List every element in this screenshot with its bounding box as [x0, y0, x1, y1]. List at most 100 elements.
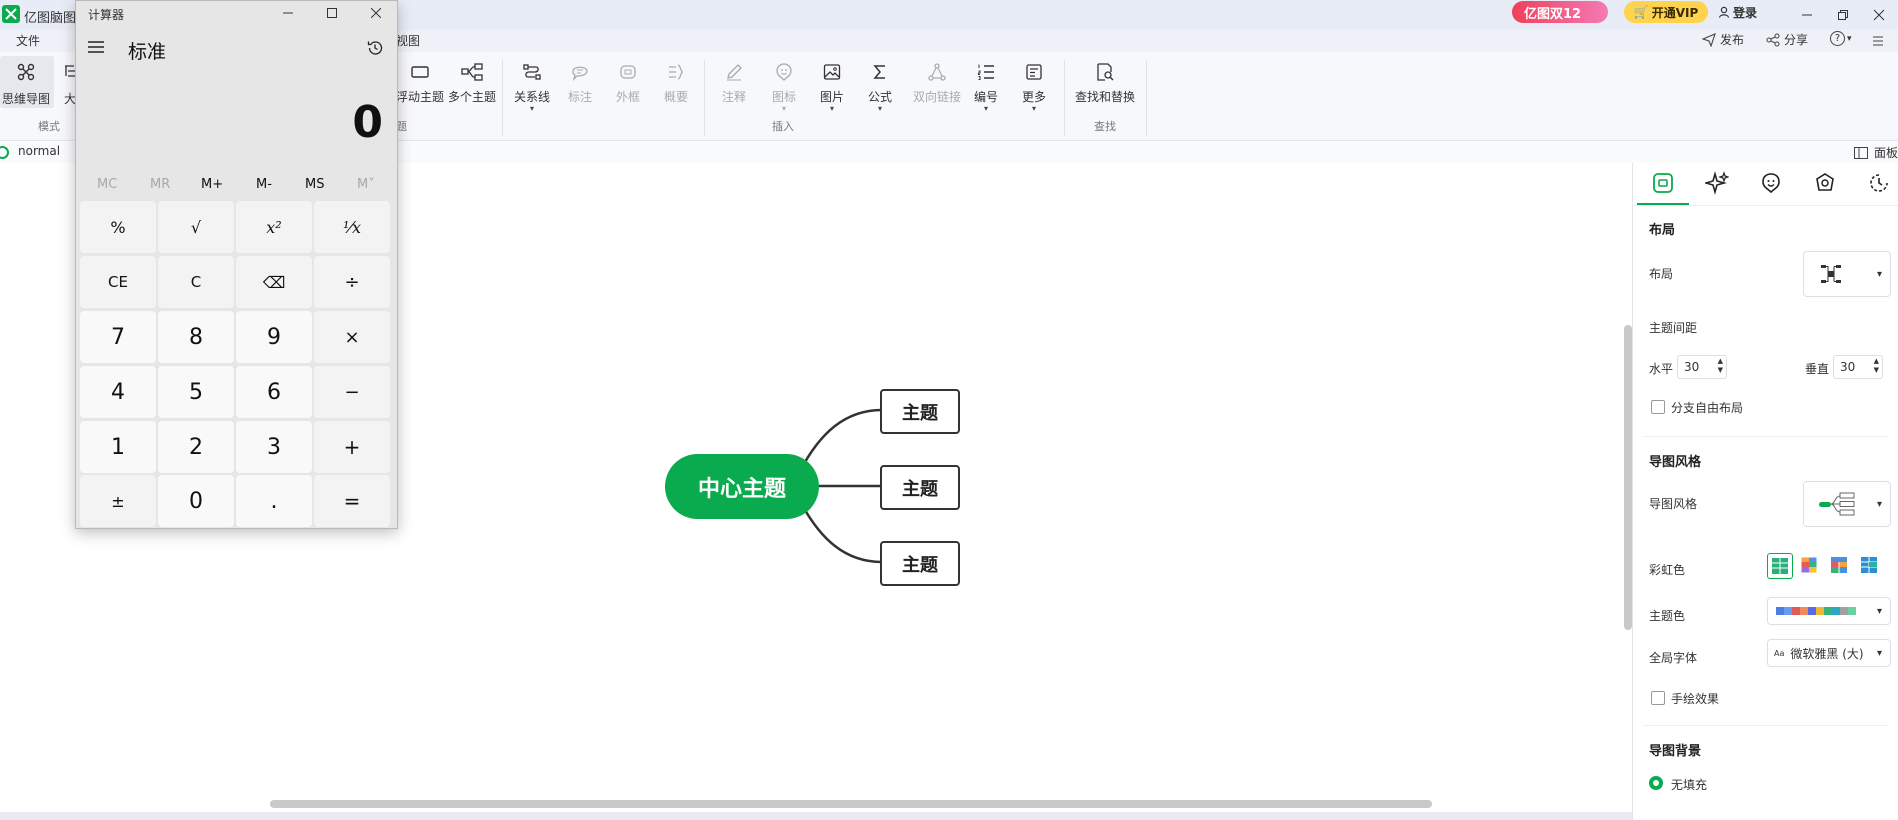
decimal-key[interactable]: .: [236, 475, 312, 527]
memory-store-button[interactable]: MS: [305, 177, 324, 192]
multi-topic-button[interactable]: 多个主题: [442, 60, 502, 105]
rainbow-label: 彩虹色: [1649, 563, 1686, 577]
memory-add-button[interactable]: M+: [201, 177, 223, 192]
memory-subtract-button[interactable]: M-: [256, 177, 272, 192]
numbering-button[interactable]: 编号 ▾: [960, 60, 1012, 113]
horizontal-scrollbar[interactable]: [270, 800, 1432, 808]
multiply-key[interactable]: ×: [314, 311, 390, 363]
hamburger-menu-icon[interactable]: [88, 41, 104, 53]
chevron-down-icon: ▾: [1031, 104, 1036, 113]
negate-key[interactable]: ±: [80, 475, 156, 527]
menu-file[interactable]: 文件: [16, 32, 40, 49]
central-topic[interactable]: 中心主题: [665, 454, 819, 519]
vertical-spacing-input[interactable]: 30 ▲ ▼: [1833, 355, 1883, 379]
digit-5-key[interactable]: 5: [158, 366, 234, 418]
digit-1-key[interactable]: 1: [80, 421, 156, 473]
main-topic-1[interactable]: 主题: [880, 389, 960, 434]
clear-key[interactable]: C: [158, 256, 234, 308]
subtract-key[interactable]: −: [314, 366, 390, 418]
rainbow-option-1[interactable]: [1767, 553, 1793, 579]
theme-color-label: 主题色: [1649, 609, 1686, 623]
menu-view[interactable]: 视图: [396, 32, 420, 49]
map-style-select[interactable]: ▾: [1803, 481, 1891, 527]
hand-drawn-checkbox[interactable]: [1651, 691, 1665, 705]
close-button[interactable]: [1856, 0, 1898, 30]
tab-history[interactable]: [1853, 163, 1898, 203]
square-key[interactable]: x²: [236, 201, 312, 253]
formula-button[interactable]: 公式 ▾: [854, 60, 906, 113]
divide-key[interactable]: ÷: [314, 256, 390, 308]
percent-key[interactable]: %: [80, 201, 156, 253]
digit-2-key[interactable]: 2: [158, 421, 234, 473]
free-layout-checkbox[interactable]: [1651, 400, 1665, 414]
icon-button[interactable]: 图标 ▾: [758, 60, 810, 113]
digit-4-key[interactable]: 4: [80, 366, 156, 418]
chevron-down-icon: ▾: [1876, 605, 1882, 617]
promo-badge[interactable]: 亿图双12: [1512, 1, 1608, 23]
spinner-arrows-icon[interactable]: ▲ ▼: [1874, 357, 1879, 375]
map-style-label: 导图风格: [1649, 497, 1698, 511]
panel-toggle-button[interactable]: 面板: [1854, 144, 1898, 161]
group-label-mode: 模式: [38, 120, 60, 133]
sqrt-key[interactable]: √: [158, 201, 234, 253]
reciprocal-key[interactable]: ¹⁄x: [314, 201, 390, 253]
mindmap-mode-button[interactable]: 思维导图: [0, 56, 54, 108]
vip-button[interactable]: 🛒 开通VIP: [1624, 1, 1708, 23]
style-preview-icon: [1819, 492, 1855, 516]
tab-ai-style[interactable]: [1691, 163, 1743, 203]
bilink-button[interactable]: 双向链接: [906, 60, 968, 105]
tab-theme[interactable]: [1799, 163, 1851, 203]
digit-7-key[interactable]: 7: [80, 311, 156, 363]
add-key[interactable]: +: [314, 421, 390, 473]
layout-select[interactable]: ▾: [1803, 251, 1891, 297]
backspace-key[interactable]: ⌫: [236, 256, 312, 308]
calc-minimize-button[interactable]: [268, 1, 308, 25]
layout-label: 布局: [1649, 267, 1674, 281]
no-fill-radio[interactable]: [1649, 776, 1663, 790]
digit-8-key[interactable]: 8: [158, 311, 234, 363]
digit-9-key[interactable]: 9: [236, 311, 312, 363]
tab-icon[interactable]: [1745, 163, 1797, 203]
publish-label: 发布: [1720, 33, 1745, 47]
login-button[interactable]: 登录: [1718, 1, 1774, 23]
summary-button[interactable]: 概要: [650, 60, 702, 105]
rainbow-option-3[interactable]: [1827, 553, 1851, 577]
more-button[interactable]: 更多 ▾: [1008, 60, 1060, 113]
digit-3-key[interactable]: 3: [236, 421, 312, 473]
global-font-select[interactable]: Aa 微软雅黑 (大) ▾: [1767, 639, 1891, 667]
callout-button[interactable]: 标注: [554, 60, 606, 105]
cart-icon: 🛒: [1633, 5, 1649, 19]
calc-maximize-button[interactable]: [312, 1, 352, 25]
horizontal-spacing-input[interactable]: 30 ▲ ▼: [1677, 355, 1727, 379]
collapse-ribbon-icon[interactable]: [1872, 36, 1884, 46]
digit-0-key[interactable]: 0: [158, 475, 234, 527]
memory-clear-button[interactable]: MC: [97, 177, 117, 192]
share-button[interactable]: 分享: [1766, 31, 1808, 48]
digit-6-key[interactable]: 6: [236, 366, 312, 418]
relation-label: 关系线: [513, 90, 550, 104]
find-replace-button[interactable]: 查找和替换: [1072, 60, 1138, 105]
main-topic-3[interactable]: 主题: [880, 541, 960, 586]
calc-close-button[interactable]: [356, 1, 396, 25]
theme-color-select[interactable]: ▾: [1767, 597, 1891, 625]
spinner-arrows-icon[interactable]: ▲ ▼: [1718, 357, 1723, 375]
memory-recall-button[interactable]: MR: [150, 177, 170, 192]
history-icon[interactable]: [366, 39, 384, 57]
equals-key[interactable]: =: [314, 475, 390, 527]
relation-button[interactable]: 关系线 ▾: [506, 60, 558, 113]
vertical-scrollbar[interactable]: [1624, 325, 1632, 630]
float-topic-button[interactable]: 浮动主题: [394, 60, 446, 105]
picture-button[interactable]: 图片 ▾: [806, 60, 858, 113]
tab-layout[interactable]: [1637, 163, 1689, 205]
memory-list-button[interactable]: M˅: [357, 177, 375, 192]
clear-entry-key[interactable]: CE: [80, 256, 156, 308]
mindmap-mode-label: 思维导图: [2, 92, 51, 106]
document-tab[interactable]: normal: [18, 144, 60, 158]
boundary-button[interactable]: 外框: [602, 60, 654, 105]
main-topic-2[interactable]: 主题: [880, 465, 960, 510]
note-button[interactable]: 注释: [708, 60, 760, 105]
publish-button[interactable]: 发布: [1702, 31, 1744, 48]
rainbow-option-4[interactable]: [1857, 553, 1881, 577]
rainbow-option-2[interactable]: [1797, 553, 1821, 577]
help-button[interactable]: ? ▾: [1830, 31, 1852, 46]
